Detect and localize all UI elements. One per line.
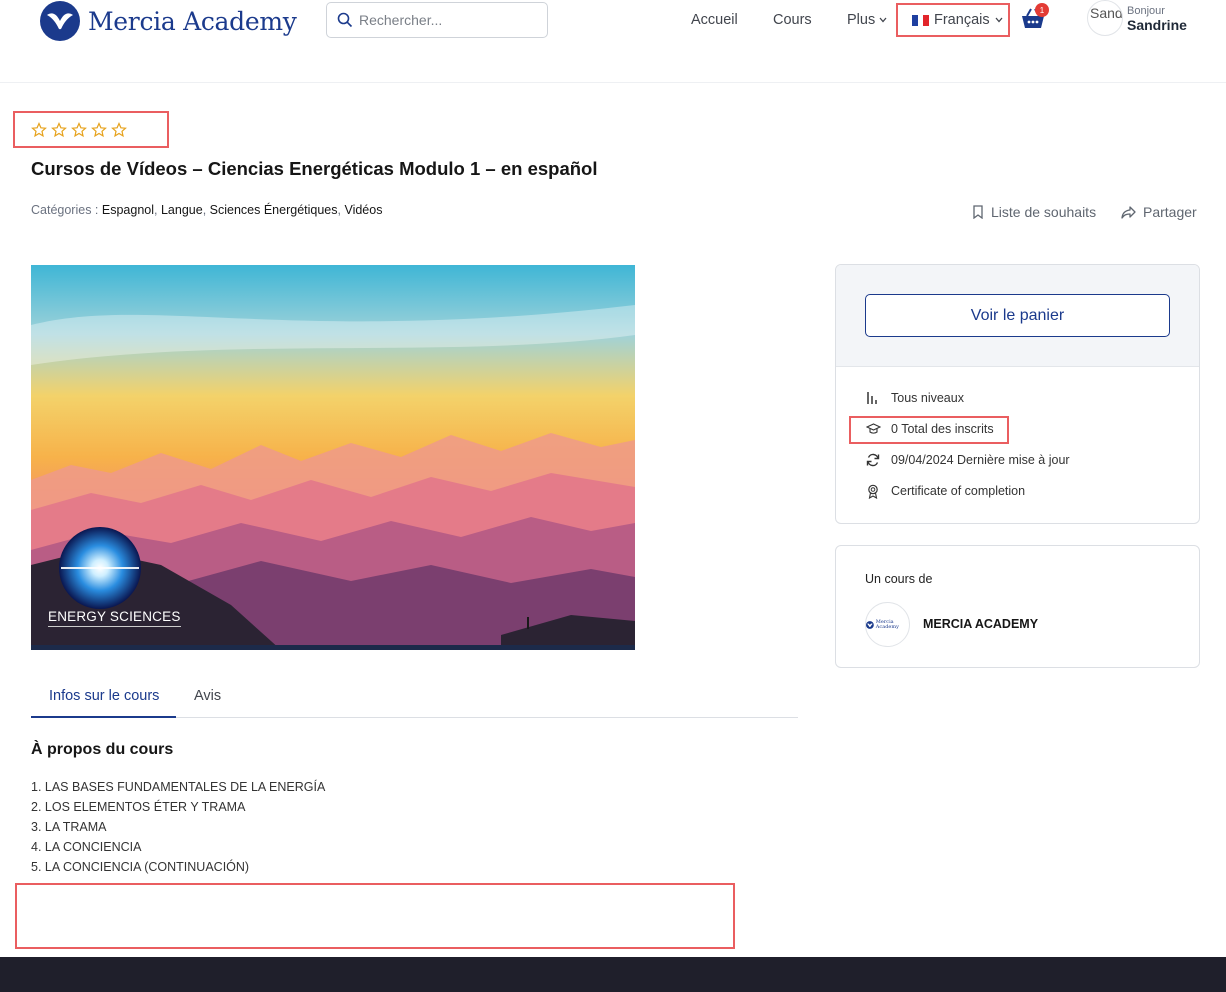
- nav-more[interactable]: Plus: [847, 12, 887, 28]
- share-button[interactable]: Partager: [1121, 204, 1197, 220]
- french-flag-icon: [912, 14, 930, 26]
- updated-text: 09/04/2024 Dernière mise à jour: [891, 453, 1070, 467]
- user-menu[interactable]: Sandrine Bonjour Sandrine: [1087, 0, 1187, 36]
- nav-courses[interactable]: Cours: [773, 12, 812, 28]
- org-logo-text: Mercia Academy: [875, 618, 899, 630]
- search-icon: [337, 12, 353, 28]
- site-footer: [0, 957, 1226, 992]
- star-icon: [51, 122, 67, 138]
- logo-mark-icon: [40, 1, 80, 41]
- category-link[interactable]: Sciences Énergétiques: [210, 203, 338, 217]
- course-categories: Catégories : Espagnol, Langue, Sciences …: [31, 203, 383, 217]
- category-link[interactable]: Espagnol: [102, 203, 154, 217]
- org-logo[interactable]: Mercia Academy: [865, 602, 910, 647]
- site-logo[interactable]: Mercia Academy: [40, 1, 297, 41]
- about-title: À propos du cours: [31, 741, 174, 758]
- tab-reviews[interactable]: Avis: [194, 688, 221, 704]
- user-greeting: Bonjour Sandrine: [1127, 0, 1187, 36]
- star-icon: [71, 122, 87, 138]
- level-text: Tous niveaux: [891, 391, 964, 405]
- course-title: Cursos de Vídeos – Ciencias Energéticas …: [31, 158, 598, 179]
- list-item: 4. LA CONCIENCIA: [31, 840, 142, 854]
- instructor-card: Un cours de Mercia Academy MERCIA ACADEM…: [835, 545, 1200, 668]
- user-name: Sandrine: [1127, 17, 1187, 33]
- category-link[interactable]: Vidéos: [344, 203, 382, 217]
- certificate-badge-icon: [865, 483, 881, 499]
- cart-count-badge: 1: [1035, 3, 1049, 17]
- list-item: 2. LOS ELEMENTOS ÉTER Y TRAMA: [31, 800, 246, 814]
- highlight-box: [15, 883, 735, 949]
- course-rating: [13, 111, 169, 148]
- course-tabs: Infos sur le cours Avis: [31, 678, 798, 718]
- star-icon: [91, 122, 107, 138]
- bookmark-icon: [973, 205, 983, 219]
- nav-home[interactable]: Accueil: [691, 12, 738, 28]
- highlight-box: [849, 416, 1009, 444]
- certificate-text: Certificate of completion: [891, 484, 1026, 498]
- nav-more-label: Plus: [847, 12, 876, 28]
- refresh-icon: [865, 452, 881, 468]
- greeting-label: Bonjour: [1127, 5, 1165, 17]
- chevron-down-icon: [995, 17, 1003, 23]
- logo-mark-icon: [866, 620, 874, 629]
- category-link[interactable]: Langue: [161, 203, 203, 217]
- active-tab-indicator: [31, 716, 176, 718]
- wishlist-label: Liste de souhaits: [991, 204, 1097, 220]
- view-cart-button[interactable]: Voir le panier: [865, 294, 1170, 337]
- certificate-row: Certificate of completion: [865, 483, 1025, 499]
- chevron-down-icon: [879, 17, 887, 23]
- language-selector[interactable]: Français: [896, 3, 1010, 37]
- site-header: Mercia Academy Accueil Cours Plus França…: [0, 0, 1226, 83]
- star-icon: [111, 122, 127, 138]
- tab-course-info[interactable]: Infos sur le cours: [49, 688, 159, 704]
- by-label: Un cours de: [865, 572, 933, 586]
- org-name[interactable]: MERCIA ACADEMY: [923, 617, 1038, 631]
- avatar: Sandrine: [1087, 0, 1123, 36]
- share-label: Partager: [1143, 204, 1197, 220]
- share-icon: [1121, 205, 1136, 219]
- about-list: 1. LAS BASES FUNDAMENTALES DE LA ENERGÍA…: [31, 777, 325, 877]
- star-icon: [31, 122, 47, 138]
- level-row: Tous niveaux: [865, 390, 964, 406]
- cart-button[interactable]: 1: [1020, 3, 1050, 34]
- list-item: 3. LA TRAMA: [31, 820, 107, 834]
- search-input[interactable]: [359, 12, 539, 28]
- search-box[interactable]: [326, 2, 548, 38]
- categories-label: Catégories :: [31, 203, 99, 217]
- level-bars-icon: [865, 390, 881, 406]
- course-thumbnail: ENERGY SCIENCES: [31, 265, 635, 650]
- language-label: Français: [934, 12, 990, 28]
- course-info-card: Voir le panier Tous niveaux 0 Total des …: [835, 264, 1200, 524]
- card-header: Voir le panier: [836, 265, 1199, 367]
- wishlist-button[interactable]: Liste de souhaits: [972, 204, 1096, 220]
- list-item: 5. LA CONCIENCIA (CONTINUACIÓN): [31, 860, 250, 874]
- list-item: 1. LAS BASES FUNDAMENTALES DE LA ENERGÍA: [31, 780, 326, 794]
- thumbnail-caption: ENERGY SCIENCES: [48, 609, 181, 627]
- logo-text: Mercia Academy: [88, 6, 297, 36]
- updated-row: 09/04/2024 Dernière mise à jour: [865, 452, 1070, 468]
